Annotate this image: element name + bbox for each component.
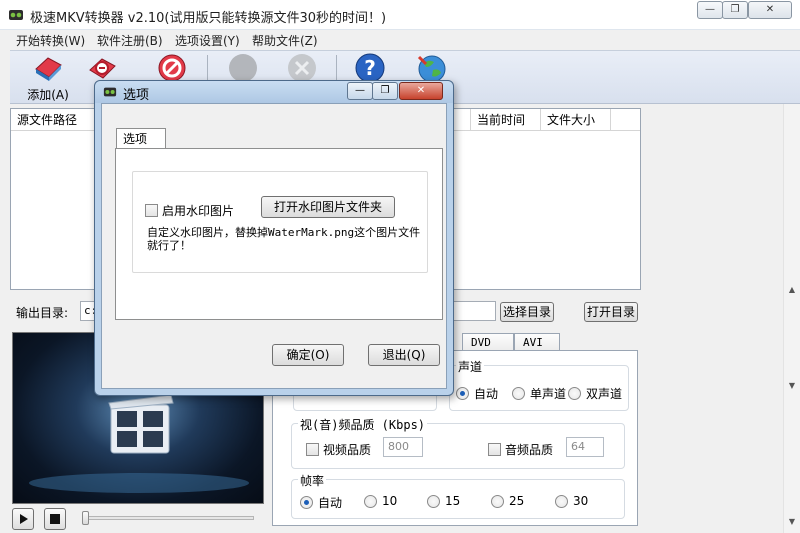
tab-options[interactable]: 选项 [116,128,166,149]
options-dialog: 选项 — ❐ ✕ 选项 启用水印图片 打开水印图片文件夹 自定义水印图片，替换掉… [94,80,454,396]
option-label: 视频品质 [323,443,372,457]
minimize-button[interactable]: — [697,1,723,19]
option-label: 30 [573,494,589,508]
radio-icon [427,494,440,508]
video-quality-checkbox[interactable]: 视频品质 [306,441,371,458]
close-icon: ✕ [416,85,426,96]
svg-text:?: ? [364,56,376,80]
radio-icon [555,494,568,508]
column-file-size[interactable]: 文件大小 [541,109,611,131]
framerate-auto-radio[interactable]: 自动 [300,494,342,511]
minimize-icon: — [705,4,715,15]
menu-help[interactable]: 帮助文件(Z) [252,32,318,49]
option-label: 音频品质 [505,443,554,457]
framerate-title: 帧率 [298,472,327,489]
close-icon: ✕ [765,4,775,15]
watermark-checkbox-label: 启用水印图片 [162,204,235,218]
audio-quality-checkbox[interactable]: 音频品质 [488,441,553,458]
seek-slider-track[interactable] [84,516,254,520]
quality-title: 视(音)频品质 (Kbps) [298,416,428,433]
tab-dvd[interactable]: DVD [462,333,514,351]
radio-icon [300,496,313,509]
watermark-group: 启用水印图片 打开水印图片文件夹 自定义水印图片，替换掉WaterMark.pn… [132,171,428,273]
audio-channel-group: 声道 自动 单声道 双声道 [449,358,629,411]
channel-auto-radio[interactable]: 自动 [456,385,498,402]
channel-stereo-radio[interactable]: 双声道 [568,385,622,402]
output-dir-label: 输出目录: [16,306,69,320]
play-icon [20,514,28,524]
app-logo-icon [9,10,23,20]
close-button[interactable]: ✕ [748,1,792,19]
dialog-restore-button[interactable]: ❐ [372,82,398,100]
checkbox-icon [488,443,501,456]
option-label: 15 [445,494,461,508]
radio-icon [491,494,504,508]
open-watermark-folder-button[interactable]: 打开水印图片文件夹 [261,196,395,218]
playback-controls [12,508,262,530]
watermark-checkbox[interactable]: 启用水印图片 [145,202,234,219]
audio-quality-input[interactable]: 64 [566,437,604,457]
radio-icon [568,387,581,400]
restore-icon: ❐ [380,85,390,96]
select-dir-button[interactable]: 选择目录 [500,302,554,322]
radio-icon [512,387,525,400]
minimize-icon: — [355,85,365,96]
hint-line: 就行了！ [147,239,191,252]
audio-channel-title: 声道 [456,358,485,375]
open-dir-button[interactable]: 打开目录 [584,302,638,322]
dialog-minimize-button[interactable]: — [347,82,373,100]
option-label: 自动 [474,387,499,401]
add-file-icon [35,57,62,81]
option-label: 自动 [318,496,343,510]
menu-start-convert[interactable]: 开始转换(W) [16,32,85,49]
play-button[interactable] [12,508,34,530]
seek-slider-thumb[interactable] [82,511,89,525]
option-label: 10 [382,494,398,508]
add-label: 添加(A) [27,88,69,102]
vertical-scrollbar[interactable]: ▲ ▼ ▼ [783,104,800,533]
dialog-body: 选项 启用水印图片 打开水印图片文件夹 自定义水印图片，替换掉WaterMark… [101,103,447,389]
quality-group: 视(音)频品质 (Kbps) 视频品质 800 音频品质 64 [291,416,625,469]
scroll-down-arrow-icon[interactable]: ▼ [784,514,800,530]
channel-mono-radio[interactable]: 单声道 [512,385,566,402]
checkbox-icon [306,443,319,456]
tab-avi[interactable]: AVI [514,333,560,351]
add-button[interactable]: 添加(A) [20,53,76,103]
scroll-up-arrow-icon[interactable]: ▲ [784,282,800,298]
menu-bar: 开始转换(W) 软件注册(B) 选项设置(Y) 帮助文件(Z) [0,30,800,50]
framerate-30-radio[interactable]: 30 [555,494,588,508]
option-label: 双声道 [586,387,623,401]
stop-playback-button[interactable] [44,508,66,530]
framerate-group: 帧率 自动 10 15 25 30 [291,472,625,519]
ok-button[interactable]: 确定(O) [272,344,344,366]
option-label: 25 [509,494,525,508]
framerate-10-radio[interactable]: 10 [364,494,397,508]
watermark-hint: 自定义水印图片，替换掉WaterMark.png这个图片文件 就行了！ [147,226,425,252]
hint-line: 自定义水印图片，替换掉WaterMark.png这个图片文件 [147,226,421,239]
restore-button[interactable]: ❐ [722,1,748,19]
stop-icon [50,514,60,524]
checkbox-icon [145,204,158,217]
framerate-25-radio[interactable]: 25 [491,494,524,508]
dialog-title-bar[interactable]: 选项 — ❐ ✕ [95,81,453,103]
radio-icon [456,387,469,400]
dialog-close-button[interactable]: ✕ [399,82,443,100]
cancel-button[interactable]: 退出(Q) [368,344,440,366]
video-quality-input[interactable]: 800 [383,437,423,457]
window-title: 极速MKV转换器 v2.10(试用版只能转换源文件30秒的时间！) [30,11,387,26]
menu-register[interactable]: 软件注册(B) [97,32,163,49]
restore-icon: ❐ [730,4,740,15]
menu-options[interactable]: 选项设置(Y) [175,32,240,49]
column-current-time[interactable]: 当前时间 [471,109,541,131]
dialog-title: 选项 [123,88,150,103]
app-logo-icon [103,87,117,97]
option-label: 单声道 [530,387,567,401]
scroll-down-arrow-icon[interactable]: ▼ [784,378,800,394]
options-tab-page: 启用水印图片 打开水印图片文件夹 自定义水印图片，替换掉WaterMark.pn… [115,148,443,320]
title-bar: 极速MKV转换器 v2.10(试用版只能转换源文件30秒的时间！) — ❐ ✕ [0,0,800,30]
framerate-15-radio[interactable]: 15 [427,494,460,508]
radio-icon [364,494,377,508]
